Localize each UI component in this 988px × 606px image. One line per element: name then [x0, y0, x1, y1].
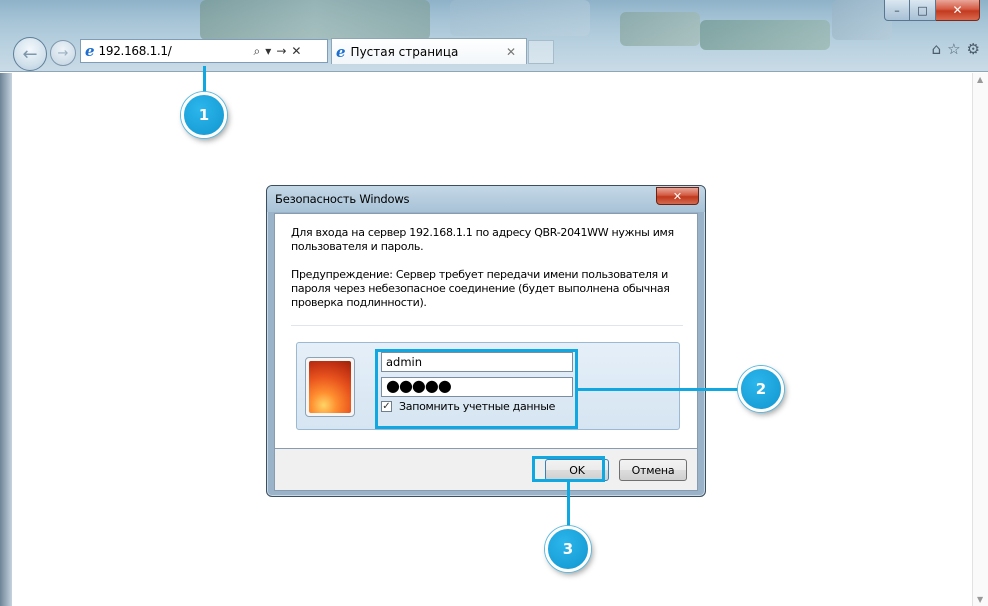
dialog-warning: Предупреждение: Сервер требует передачи …: [291, 268, 670, 309]
new-tab-button[interactable]: [528, 40, 554, 64]
star-icon[interactable]: ☆: [947, 40, 960, 58]
background-blur: [200, 0, 430, 40]
dialog-titlebar[interactable]: Безопасность Windows ✕: [267, 186, 705, 212]
search-icon[interactable]: ⌕: [254, 44, 261, 59]
go-arrow-icon[interactable]: →: [276, 44, 286, 58]
home-icon[interactable]: ⌂: [932, 40, 942, 58]
tab-title: Пустая страница: [350, 44, 459, 59]
scroll-down-icon[interactable]: ▼: [977, 595, 983, 604]
windows-security-dialog: Безопасность Windows ✕ Для входа на серв…: [266, 185, 706, 497]
background-blur: [450, 0, 590, 36]
forward-button[interactable]: →: [50, 40, 76, 66]
tab-close-icon[interactable]: ✕: [506, 45, 516, 59]
address-url[interactable]: 192.168.1.1/: [99, 44, 249, 58]
chevron-down-icon[interactable]: ▾: [265, 44, 271, 58]
callout-line: [203, 66, 206, 94]
background-blur: [832, 0, 892, 40]
window-left-edge: [0, 73, 12, 606]
ok-highlight: [532, 456, 605, 482]
callout-step-3: 3: [545, 526, 591, 572]
browser-chrome: – □ ✕ ← → e 192.168.1.1/ ⌕ ▾ → ✕ e Пуста…: [0, 0, 988, 72]
dialog-title: Безопасность Windows: [275, 192, 410, 206]
window-caption-buttons: – □ ✕: [884, 0, 980, 21]
maximize-button[interactable]: □: [910, 0, 936, 21]
scroll-up-icon[interactable]: ▲: [977, 75, 983, 84]
divider: [291, 325, 683, 326]
back-arrow-icon: ←: [22, 43, 38, 65]
callout-line: [567, 482, 570, 528]
stop-icon[interactable]: ✕: [291, 44, 301, 58]
gear-icon[interactable]: ⚙: [967, 40, 980, 58]
address-bar[interactable]: e 192.168.1.1/ ⌕ ▾ → ✕: [80, 39, 328, 63]
background-blur: [700, 20, 830, 50]
vertical-scrollbar[interactable]: ▲ ▼: [972, 73, 988, 606]
back-button[interactable]: ←: [13, 37, 47, 71]
background-blur: [620, 12, 700, 46]
command-icons: ⌂ ☆ ⚙: [932, 40, 980, 58]
ie-logo-icon: e: [85, 42, 95, 60]
tab-blank-page[interactable]: e Пустая страница ✕: [331, 38, 527, 64]
cancel-button[interactable]: Отмена: [619, 459, 687, 481]
window-close-button[interactable]: ✕: [936, 0, 980, 21]
callout-step-2: 2: [738, 366, 784, 412]
minimize-button[interactable]: –: [884, 0, 910, 21]
dialog-close-button[interactable]: ✕: [656, 187, 699, 205]
callout-line: [578, 388, 738, 391]
close-icon: ✕: [672, 189, 683, 203]
callout-step-1: 1: [181, 92, 227, 138]
user-picture-icon: [309, 361, 351, 413]
dialog-message: Для входа на сервер 192.168.1.1 по адрес…: [291, 226, 674, 253]
dialog-footer: OK Отмена: [274, 449, 698, 491]
user-avatar: [305, 357, 355, 417]
credentials-highlight: [375, 349, 578, 429]
ie-logo-icon: e: [336, 42, 346, 61]
forward-arrow-icon: →: [57, 45, 69, 61]
